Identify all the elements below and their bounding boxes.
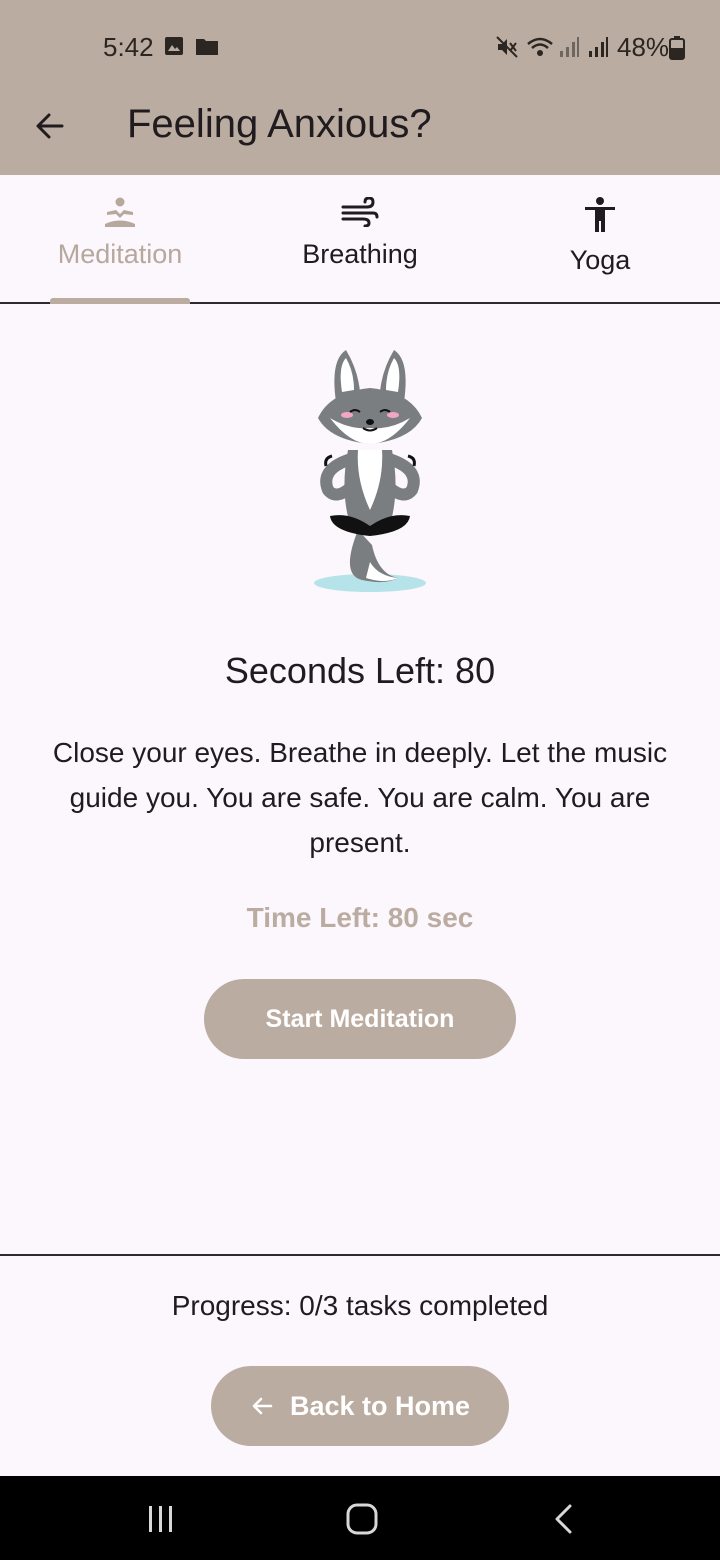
back-button[interactable] (30, 106, 70, 146)
signal-icon (589, 37, 608, 57)
status-bar: 5:42 48% (0, 0, 720, 92)
system-nav-bar (0, 1476, 720, 1560)
time-left-text: Time Left: 80 sec (246, 902, 474, 933)
tab-bar: Meditation Breathing Yoga (0, 175, 720, 304)
back-to-home-label: Back to Home (289, 1390, 471, 1421)
tab-breathing-label: Breathing (302, 239, 418, 269)
image-icon (165, 37, 183, 55)
tab-meditation[interactable]: Meditation (0, 175, 240, 304)
page-title: Feeling Anxious? (127, 102, 432, 146)
signal-icon (560, 37, 579, 57)
battery-icon (669, 36, 685, 60)
yoga-person-icon (585, 197, 615, 232)
recent-apps-icon (149, 1506, 172, 1532)
home-square-icon (346, 1503, 378, 1535)
meditating-fox-illustration (314, 350, 426, 592)
folder-icon (196, 39, 218, 55)
wind-icon (341, 197, 379, 227)
start-meditation-button[interactable]: Start Meditation (204, 979, 516, 1059)
back-nav-button[interactable] (539, 1494, 589, 1544)
active-tab-indicator (50, 298, 190, 304)
back-to-home-button[interactable]: Back to Home (211, 1366, 509, 1446)
mute-icon (496, 36, 518, 58)
divider (0, 1254, 720, 1256)
status-time: 5:42 (103, 32, 154, 62)
header: 5:42 48% Feeling Anxious? (0, 0, 720, 175)
wifi-icon (527, 37, 553, 56)
tab-yoga-label: Yoga (569, 245, 631, 275)
progress-text: Progress: 0/3 tasks completed (171, 1290, 549, 1321)
tab-breathing[interactable]: Breathing (240, 175, 480, 302)
battery-percent: 48% (617, 32, 670, 62)
chevron-left-icon (555, 1504, 572, 1534)
tab-meditation-label: Meditation (57, 239, 183, 269)
arrow-left-icon (252, 1397, 273, 1415)
seconds-left-text: Seconds Left: 80 (224, 650, 496, 691)
meditation-icon (105, 197, 135, 227)
home-nav-button[interactable] (337, 1494, 387, 1544)
tab-yoga[interactable]: Yoga (480, 175, 720, 302)
meditation-instructions: Close your eyes. Breathe in deeply. Let … (52, 737, 668, 858)
arrow-left-icon (36, 113, 64, 139)
recent-apps-button[interactable] (136, 1494, 186, 1544)
